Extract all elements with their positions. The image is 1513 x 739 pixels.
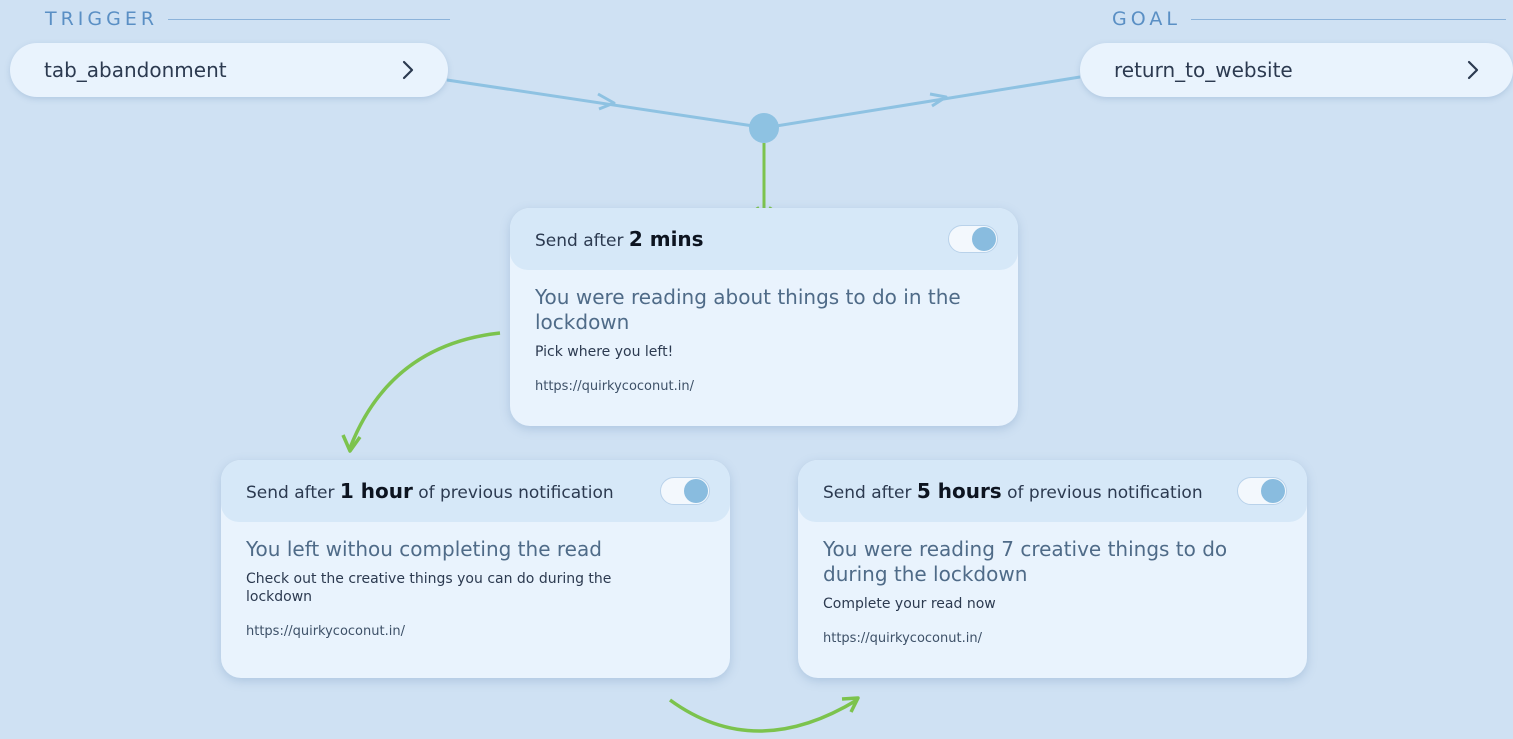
notification-message: Pick where you left! — [535, 344, 674, 360]
goal-heading: GOAL — [1112, 8, 1181, 30]
notification-card-header: Send after 1 hour of previous notificati… — [221, 460, 730, 522]
toggle-switch-icon[interactable] — [1237, 477, 1287, 505]
send-delay-suffix: of previous notification — [418, 483, 614, 503]
goal-connector-arrow — [929, 92, 948, 108]
notification-title: You left withou completing the read — [246, 537, 602, 561]
notification-card-header: Send after 2 mins — [510, 208, 1018, 270]
toggle-switch-icon[interactable] — [660, 477, 710, 505]
junction-node-icon — [749, 113, 779, 143]
notification-card-body: You were reading 7 creative things to do… — [798, 522, 1307, 646]
notification-title: You were reading about things to do in t… — [535, 285, 961, 334]
goal-connector — [769, 75, 1081, 129]
goal-section-label: GOAL — [1112, 8, 1506, 30]
send-delay-text: Send after 5 hours of previous notificat… — [823, 479, 1203, 503]
notification-card-body: You were reading about things to do in t… — [510, 270, 1018, 394]
goal-selector[interactable]: return_to_website — [1080, 43, 1513, 97]
chevron-right-icon[interactable] — [394, 56, 422, 84]
notification-url[interactable]: https://quirkycoconut.in/ — [246, 624, 705, 639]
notification-url[interactable]: https://quirkycoconut.in/ — [535, 379, 993, 394]
notification-card-2: Send after 1 hour of previous notificati… — [221, 460, 730, 678]
trigger-connector — [446, 78, 761, 129]
notification-card-3: Send after 5 hours of previous notificat… — [798, 460, 1307, 678]
send-delay-text: Send after 2 mins — [535, 227, 704, 251]
chevron-right-icon[interactable] — [1459, 56, 1487, 84]
trigger-selector[interactable]: tab_abandonment — [10, 43, 448, 97]
notification-message: Complete your read now — [823, 596, 996, 612]
send-delay-value: 2 mins — [628, 227, 704, 251]
trigger-connector-arrow — [597, 92, 616, 111]
trigger-divider — [168, 18, 451, 20]
flow-connector-step-3-arrow — [841, 696, 860, 713]
goal-divider — [1190, 18, 1506, 20]
flow-canvas: TRIGGER GOAL tab_abandonment return_to_w… — [0, 0, 1513, 739]
send-delay-suffix: of previous notification — [1007, 483, 1203, 503]
send-delay-prefix: Send after — [823, 483, 912, 503]
goal-value: return_to_website — [1114, 58, 1293, 82]
notification-message: Check out the creative things you can do… — [246, 571, 612, 605]
send-delay-text: Send after 1 hour of previous notificati… — [246, 479, 614, 503]
send-delay-value: 5 hours — [916, 479, 1002, 503]
trigger-section-label: TRIGGER — [45, 8, 451, 30]
send-delay-prefix: Send after — [246, 483, 335, 503]
notification-card-1: Send after 2 mins You were reading about… — [510, 208, 1018, 426]
trigger-heading: TRIGGER — [45, 8, 159, 30]
trigger-value: tab_abandonment — [44, 58, 227, 82]
toggle-knob — [684, 479, 708, 503]
flow-connector-step-2 — [348, 331, 501, 449]
send-delay-prefix: Send after — [535, 231, 624, 251]
flow-connector-step-3 — [668, 698, 858, 733]
notification-title: You were reading 7 creative things to do… — [823, 537, 1228, 586]
notification-card-header: Send after 5 hours of previous notificat… — [798, 460, 1307, 522]
send-delay-value: 1 hour — [339, 479, 413, 503]
notification-url[interactable]: https://quirkycoconut.in/ — [823, 631, 1282, 646]
flow-connector-step-2-arrow — [341, 434, 362, 453]
toggle-switch-icon[interactable] — [948, 225, 998, 253]
toggle-knob — [1261, 479, 1285, 503]
notification-card-body: You left withou completing the read Chec… — [221, 522, 730, 639]
toggle-knob — [972, 227, 996, 251]
